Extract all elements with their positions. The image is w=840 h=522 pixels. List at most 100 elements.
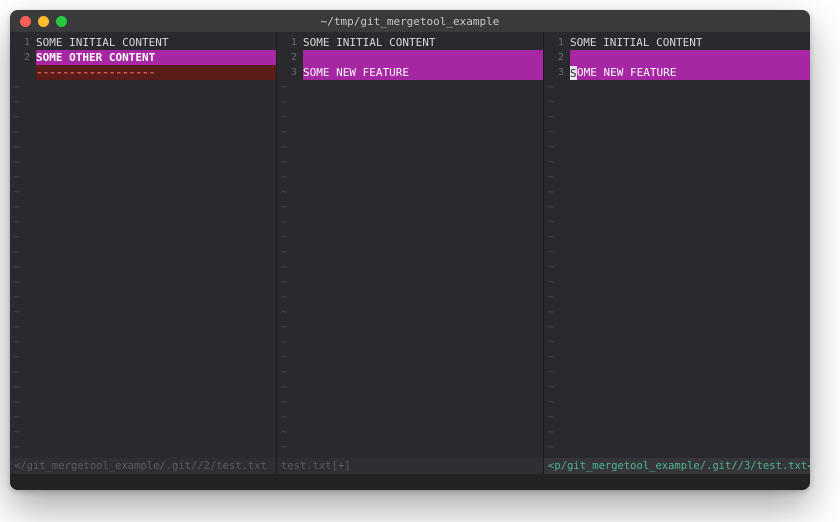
editor-row[interactable]: ~ xyxy=(544,215,810,230)
editor-row[interactable]: ~ xyxy=(277,185,543,200)
editor-row[interactable]: ~ xyxy=(10,425,276,440)
editor-row[interactable]: ~ xyxy=(544,275,810,290)
editor-row[interactable]: ~ xyxy=(277,380,543,395)
editor-row[interactable]: ~ xyxy=(10,290,276,305)
editor-row[interactable]: ~ xyxy=(277,170,543,185)
editor-row[interactable]: ~ xyxy=(544,125,810,140)
editor-row[interactable]: ~ xyxy=(277,365,543,380)
editor-row[interactable]: ~ xyxy=(10,80,276,95)
line-content[interactable]: SOME INITIAL CONTENT xyxy=(303,35,543,50)
line-content[interactable] xyxy=(303,50,543,65)
editor-row[interactable]: ~ xyxy=(544,230,810,245)
editor-row[interactable]: ~ xyxy=(544,365,810,380)
command-line[interactable] xyxy=(10,474,810,490)
editor-row[interactable]: ~ xyxy=(277,200,543,215)
pane-local[interactable]: 1SOME INITIAL CONTENT2SOME OTHER CONTENT… xyxy=(10,32,276,474)
editor-row[interactable]: ~ xyxy=(10,185,276,200)
editor-row[interactable]: ~ xyxy=(10,335,276,350)
zoom-icon[interactable] xyxy=(56,16,67,27)
editor-row[interactable]: ~ xyxy=(10,125,276,140)
editor-row[interactable]: ~ xyxy=(277,350,543,365)
line-content[interactable]: SOME NEW FEATURE xyxy=(570,65,810,80)
line-content[interactable]: SOME INITIAL CONTENT xyxy=(36,35,276,50)
editor-row[interactable]: 1SOME INITIAL CONTENT xyxy=(277,35,543,50)
editor-row[interactable]: ~ xyxy=(544,410,810,425)
editor-row[interactable]: ~ xyxy=(10,350,276,365)
editor-row[interactable]: ~ xyxy=(277,110,543,125)
editor-row[interactable]: ~ xyxy=(544,335,810,350)
line-content[interactable]: ------------------ xyxy=(36,65,276,80)
editor-row[interactable]: ~ xyxy=(10,275,276,290)
editor-row[interactable]: ~ xyxy=(277,230,543,245)
editor-row[interactable]: ~ xyxy=(277,455,543,458)
editor-row[interactable]: ~ xyxy=(277,215,543,230)
editor-row[interactable]: ~ xyxy=(544,395,810,410)
editor-row[interactable]: ~ xyxy=(10,455,276,458)
editor-row[interactable]: 3SOME NEW FEATURE xyxy=(277,65,543,80)
editor-row[interactable]: ~ xyxy=(10,320,276,335)
editor-row[interactable]: ~ xyxy=(10,110,276,125)
editor-row[interactable]: ~ xyxy=(10,230,276,245)
editor-row[interactable]: ~ xyxy=(10,305,276,320)
editor-row[interactable]: ~ xyxy=(277,95,543,110)
editor-row[interactable]: ~ xyxy=(544,200,810,215)
editor-row[interactable]: ~ xyxy=(10,380,276,395)
editor-row[interactable]: ~ xyxy=(544,440,810,455)
editor-row[interactable]: ~ xyxy=(544,455,810,458)
editor-row[interactable]: ~ xyxy=(10,365,276,380)
pane-remote[interactable]: 1SOME INITIAL CONTENT23SOME NEW FEATURE~… xyxy=(543,32,810,474)
editor-row[interactable]: ~ xyxy=(10,200,276,215)
editor-row[interactable]: ~ xyxy=(544,95,810,110)
editor-row[interactable]: ~ xyxy=(277,335,543,350)
editor-row[interactable]: ~ xyxy=(544,140,810,155)
editor-row[interactable]: ~ xyxy=(10,395,276,410)
buffer-local[interactable]: 1SOME INITIAL CONTENT2SOME OTHER CONTENT… xyxy=(10,32,276,458)
editor-row[interactable]: 1SOME INITIAL CONTENT xyxy=(10,35,276,50)
editor-row[interactable]: ~ xyxy=(277,290,543,305)
line-content[interactable]: SOME OTHER CONTENT xyxy=(36,50,276,65)
buffer-base[interactable]: 1SOME INITIAL CONTENT23SOME NEW FEATURE ~… xyxy=(277,32,543,458)
editor-row[interactable]: ~ xyxy=(10,155,276,170)
editor-row[interactable]: ~ xyxy=(544,260,810,275)
editor-row[interactable]: ------------------ xyxy=(10,65,276,80)
editor-row[interactable]: ~ xyxy=(544,305,810,320)
pane-base[interactable]: 1SOME INITIAL CONTENT23SOME NEW FEATURE ~… xyxy=(276,32,543,474)
editor-row[interactable]: ~ xyxy=(10,410,276,425)
editor-row[interactable]: ~ xyxy=(544,320,810,335)
editor-row[interactable]: ~ xyxy=(544,425,810,440)
editor-row[interactable]: ~ xyxy=(277,440,543,455)
editor-row[interactable]: ~ xyxy=(544,110,810,125)
editor-row[interactable]: ~ xyxy=(10,260,276,275)
editor-row[interactable]: ~ xyxy=(544,170,810,185)
line-content[interactable]: SOME INITIAL CONTENT xyxy=(570,35,810,50)
editor-row[interactable]: ~ xyxy=(277,320,543,335)
editor-row[interactable]: 2SOME OTHER CONTENT xyxy=(10,50,276,65)
editor-row[interactable]: 1SOME INITIAL CONTENT xyxy=(544,35,810,50)
editor-row[interactable]: ~ xyxy=(10,440,276,455)
editor-row[interactable]: ~ xyxy=(10,170,276,185)
editor-row[interactable]: ~ xyxy=(10,95,276,110)
editor-row[interactable]: ~ xyxy=(277,140,543,155)
line-content[interactable]: SOME NEW FEATURE xyxy=(303,65,543,80)
editor-row[interactable]: ~ xyxy=(277,410,543,425)
editor-row[interactable]: 2 xyxy=(277,50,543,65)
editor-row[interactable]: ~ xyxy=(277,155,543,170)
editor-row[interactable]: ~ xyxy=(277,305,543,320)
close-icon[interactable] xyxy=(20,16,31,27)
editor-row[interactable]: ~ xyxy=(544,380,810,395)
editor-row[interactable]: ~ xyxy=(544,350,810,365)
editor-row[interactable]: ~ xyxy=(277,425,543,440)
buffer-remote[interactable]: 1SOME INITIAL CONTENT23SOME NEW FEATURE~… xyxy=(544,32,810,458)
minimize-icon[interactable] xyxy=(38,16,49,27)
editor-row[interactable]: ~ xyxy=(544,155,810,170)
editor-row[interactable]: ~ xyxy=(277,395,543,410)
editor-row[interactable]: ~ xyxy=(277,275,543,290)
editor-row[interactable]: ~ xyxy=(544,185,810,200)
editor-row[interactable]: ~ xyxy=(277,125,543,140)
editor-row[interactable]: ~ xyxy=(544,80,810,95)
editor-row[interactable]: ~ xyxy=(277,245,543,260)
editor-row[interactable]: ~ xyxy=(544,290,810,305)
editor-row[interactable]: ~ xyxy=(277,260,543,275)
editor-row[interactable]: ~ xyxy=(10,245,276,260)
line-content[interactable] xyxy=(570,50,810,65)
